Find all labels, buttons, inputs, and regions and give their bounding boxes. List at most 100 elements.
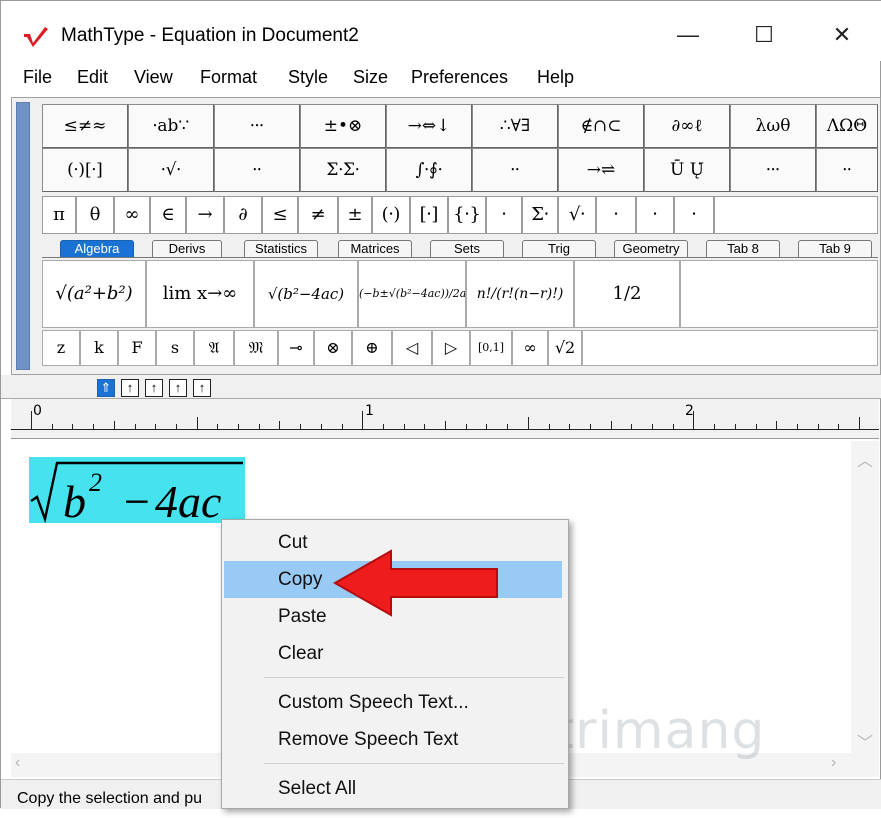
menu-style[interactable]: Style [288,67,328,88]
fraktur-m-button[interactable]: 𝔐 [234,330,278,366]
products-palette-button[interactable]: Ū Ų̇ [644,148,730,192]
size-symbol-button[interactable]: ↑ [169,379,187,397]
size-sub-button[interactable]: ↑ [121,379,139,397]
subscript-button[interactable]: ⸱ [636,196,674,234]
size-full-button[interactable]: ⇑ [97,379,115,397]
fractions-radicals-palette-button[interactable]: ⸱√⸱ [128,148,214,192]
maximize-button[interactable]: ☐ [741,15,787,55]
infinity-symbol-button[interactable]: ∞ [512,330,548,366]
menu-item-remove-speech-text[interactable]: Remove Speech Text [224,721,562,758]
brackets-button[interactable]: [⸱] [410,196,448,234]
menu-preferences[interactable]: Preferences [411,67,508,88]
left-triangle-button[interactable]: ◁ [392,330,432,366]
scroll-left-icon[interactable]: ‹ [15,754,20,772]
fences-palette-button[interactable]: (⸱)[⸱] [42,148,128,192]
parentheses-button[interactable]: (⸱) [372,196,410,234]
ruler-tick [279,421,281,429]
red-pointer-arrow-icon [332,549,498,617]
binomial-template[interactable]: n!/(r!(n−r)!) [466,260,574,328]
palette-tabs: Algebra Derivs Statistics Matrices Sets … [42,240,878,258]
labeled-arrows-palette-button[interactable]: →⇌ [558,148,644,192]
tab-matrices[interactable]: Matrices [338,240,412,257]
menu-help[interactable]: Help [537,67,574,88]
menu-item-select-all[interactable]: Select All [224,770,562,807]
minimize-button[interactable]: — [665,15,711,55]
fraction-button[interactable]: ⸱ [486,196,522,234]
element-of-button[interactable]: ∈ [150,196,186,234]
arrows-palette-button[interactable]: →⇔↓ [386,104,472,148]
logical-palette-button[interactable]: ∴∀∃ [472,104,558,148]
f-symbol-button[interactable]: F [118,330,156,366]
tab-algebra[interactable]: Algebra [60,240,134,257]
superscript-button[interactable]: ⸱ [596,196,636,234]
plus-minus-button[interactable]: ± [338,196,372,234]
ruler-tick [817,424,819,429]
close-button[interactable]: ✕ [819,15,865,55]
right-arrow-button[interactable]: → [186,196,224,234]
menu-item-custom-speech-text[interactable]: Custom Speech Text... [224,684,562,721]
subsuper-button[interactable]: ⸱ [674,196,714,234]
scroll-up-icon[interactable]: ︿ [857,447,873,471]
embellishments-palette-button[interactable]: ⸱⸱⸱ [214,104,300,148]
selected-equation[interactable]: b 2 − 4ac [29,457,245,527]
fraktur-a-button[interactable]: 𝔄 [194,330,234,366]
radical-button[interactable]: √⸱ [558,196,596,234]
tab-8[interactable]: Tab 8 [706,240,780,257]
less-equal-button[interactable]: ≤ [262,196,298,234]
size-subsymbol-button[interactable]: ↑ [193,379,211,397]
greek-lower-palette-button[interactable]: λωθ [730,104,816,148]
scroll-down-icon[interactable]: ﹀ [857,729,873,753]
summations-palette-button[interactable]: Σ⸱Σ⸱ [300,148,386,192]
infinity-button[interactable]: ∞ [114,196,150,234]
ruler-tick [548,424,550,429]
matrices-palette-button[interactable]: ⸱⸱⸱ [730,148,816,192]
relations-palette-button[interactable]: ≤≠≈ [42,104,128,148]
tab-9[interactable]: Tab 9 [798,240,872,257]
partial-button[interactable]: ∂ [224,196,262,234]
right-triangle-button[interactable]: ▷ [432,330,470,366]
sum-button[interactable]: Σ⸱ [522,196,558,234]
operators-palette-button[interactable]: ±•⊗ [300,104,386,148]
menu-view[interactable]: View [134,67,173,88]
ruler-tick [175,424,177,429]
k-symbol-button[interactable]: k [80,330,118,366]
vertical-scrollbar[interactable]: ︿ ﹀ [851,441,879,753]
not-equal-button[interactable]: ≠ [298,196,338,234]
set-theory-palette-button[interactable]: ∉∩⊂ [558,104,644,148]
braces-button[interactable]: {⸱} [448,196,486,234]
half-template[interactable]: 1/2 [574,260,680,328]
subscripts-palette-button[interactable]: ⸱⸱ [214,148,300,192]
menu-item-clear[interactable]: Clear [224,635,562,672]
quadratic-formula-template[interactable]: (−b±√(b²−4ac))/2a [358,260,466,328]
sqrt2-button[interactable]: √2 [548,330,582,366]
theta-button[interactable]: θ [76,196,114,234]
tab-statistics[interactable]: Statistics [244,240,318,257]
menu-format[interactable]: Format [200,67,257,88]
discriminant-template[interactable]: √(b²−4ac) [254,260,358,328]
menu-size[interactable]: Size [353,67,388,88]
pi-button[interactable]: π [42,196,76,234]
greek-upper-palette-button[interactable]: ΛΩΘ [816,104,878,148]
pythagorean-template[interactable]: √(a²+b²) [42,260,146,328]
spaces-ellipses-palette-button[interactable]: ⸱ab∵ [128,104,214,148]
tab-derivs[interactable]: Derivs [152,240,222,257]
z-symbol-button[interactable]: z [42,330,80,366]
circled-times-button[interactable]: ⊗ [314,330,352,366]
ruler-tick [734,424,736,429]
tab-geometry[interactable]: Geometry [614,240,688,257]
tab-sets[interactable]: Sets [430,240,504,257]
interval-button[interactable]: [0,1] [470,330,512,366]
misc-symbols-palette-button[interactable]: ∂∞ℓ [644,104,730,148]
s-symbol-button[interactable]: s [156,330,194,366]
integrals-palette-button[interactable]: ∫⸱∮⸱ [386,148,472,192]
bars-palette-button[interactable]: ⸱⸱ [472,148,558,192]
scroll-right-icon[interactable]: › [831,754,836,772]
boxes-palette-button[interactable]: ⸱⸱ [816,148,878,192]
menu-file[interactable]: File [23,67,52,88]
menu-edit[interactable]: Edit [77,67,108,88]
tab-trig[interactable]: Trig [522,240,596,257]
multimap-button[interactable]: ⊸ [278,330,314,366]
circled-plus-button[interactable]: ⊕ [352,330,392,366]
size-subsub-button[interactable]: ↑ [145,379,163,397]
limit-template[interactable]: lim x→∞ [146,260,254,328]
